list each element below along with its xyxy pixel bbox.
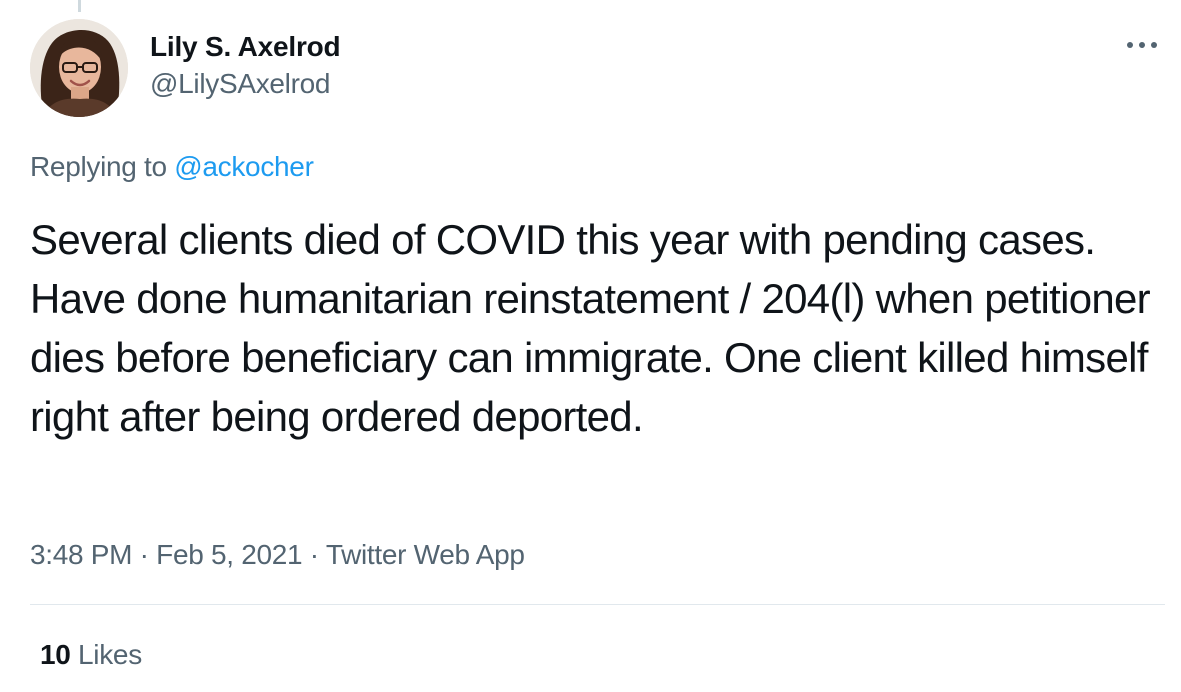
thread-connector-line <box>78 0 81 12</box>
tweet-author: Lily S. Axelrod @LilySAxelrod <box>150 31 341 102</box>
meta-separator: · <box>302 539 326 570</box>
replying-to-label: Replying to <box>30 151 175 182</box>
likes-count: 10 <box>40 639 71 670</box>
divider <box>30 604 1165 605</box>
author-handle[interactable]: @LilySAxelrod <box>150 66 340 102</box>
meta-separator: · <box>132 539 157 570</box>
more-horizontal-icon <box>1127 42 1157 48</box>
replying-to: Replying to @ackocher <box>30 150 314 184</box>
avatar[interactable] <box>30 19 128 117</box>
tweet-date-link[interactable]: Feb 5, 2021 <box>156 539 302 570</box>
likes-label: Likes <box>70 639 142 670</box>
tweet-metadata: 3:48 PM · Feb 5, 2021 · Twitter Web App <box>30 538 525 572</box>
tweet-source-link[interactable]: Twitter Web App <box>326 539 525 570</box>
author-display-name[interactable]: Lily S. Axelrod <box>150 31 341 63</box>
tweet-text: Several clients died of COVID this year … <box>30 216 1151 440</box>
tweet-time-link[interactable]: 3:48 PM <box>30 539 132 570</box>
profile-photo-icon <box>30 19 128 117</box>
more-options-button[interactable] <box>1125 32 1159 58</box>
reply-mention-link[interactable]: @ackocher <box>174 151 314 182</box>
likes-stat-link[interactable]: 10 Likes <box>40 638 142 672</box>
